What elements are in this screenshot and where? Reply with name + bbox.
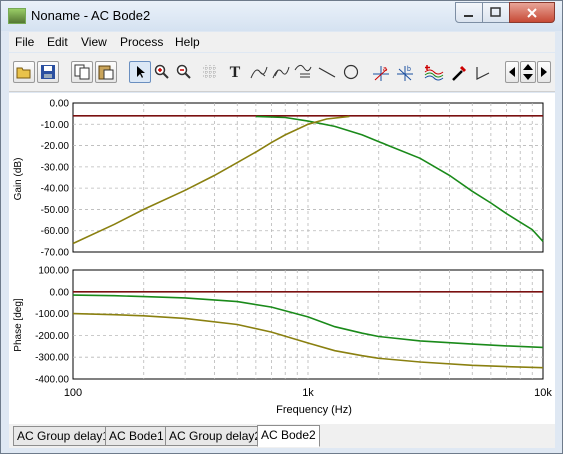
zoom-out-button[interactable] (173, 61, 195, 83)
marker-button[interactable] (247, 61, 269, 83)
tab-ac-bode1[interactable]: AC Bode1 (105, 426, 168, 446)
app-icon (8, 8, 26, 24)
paste-icon (98, 65, 114, 80)
cursor-b-button[interactable]: b (393, 61, 415, 83)
menu-edit[interactable]: Edit (47, 35, 68, 49)
svg-text:a: a (383, 66, 387, 73)
step-button[interactable] (471, 61, 493, 83)
grid-icon (203, 65, 217, 79)
line-button[interactable] (315, 61, 337, 83)
bode-plot-canvas[interactable]: Gain (dB) Phase [deg] Frequency (Hz) 0.0… (9, 93, 555, 424)
gain-y-tick-label: -70.00 (41, 248, 70, 259)
zoom-in-button[interactable] (151, 61, 173, 83)
marker-icon (250, 66, 268, 79)
cursor-a-icon: a (373, 66, 389, 81)
curves-button[interactable] (421, 61, 444, 83)
arrow-updown-icon (523, 64, 533, 80)
open-icon (16, 67, 31, 79)
close-button[interactable] (509, 2, 555, 23)
tab-ac-group-delay2[interactable]: AC Group delay2 (165, 426, 266, 446)
title-bar[interactable]: Noname - AC Bode2 (1, 1, 562, 31)
line-icon (318, 67, 336, 78)
gain-y-tick-label: -50.00 (41, 205, 70, 216)
menu-help[interactable]: Help (175, 35, 200, 49)
x-axis-label: Frequency (Hz) (276, 404, 352, 416)
curves-icon (424, 65, 444, 81)
phase-y-tick-label: 0.00 (50, 287, 70, 298)
maximize-icon (490, 7, 501, 17)
phase-y-tick-label: -100.00 (35, 309, 69, 320)
circle-icon (343, 64, 359, 80)
menu-view[interactable]: View (81, 35, 107, 49)
x-tick-label: 1k (302, 387, 314, 399)
main-window: Noname - AC Bode2 File Edit View Process… (0, 0, 563, 454)
scroll-updown-button[interactable] (520, 61, 536, 83)
scroll-right-button[interactable] (537, 61, 551, 83)
tab-ac-bode2[interactable]: AC Bode2 (257, 425, 320, 447)
grid-button[interactable] (199, 61, 221, 83)
marker2-button[interactable] (269, 61, 291, 83)
window-title: Noname - AC Bode2 (31, 8, 151, 23)
minimize-button[interactable] (455, 2, 483, 23)
phase-y-axis-label: Phase [deg] (13, 298, 24, 352)
minimize-icon (464, 15, 473, 17)
menu-process[interactable]: Process (120, 35, 163, 49)
gain-y-tick-label: -40.00 (41, 184, 70, 195)
tab-ac-group-delay1[interactable]: AC Group delay1 (13, 426, 114, 446)
phase-y-tick-label: -400.00 (35, 375, 69, 386)
cursor-a-button[interactable]: a (369, 61, 391, 83)
save-button[interactable] (37, 61, 59, 83)
step-icon (476, 67, 490, 80)
marker3-button[interactable] (291, 61, 313, 83)
text-tool-button[interactable]: T (224, 61, 246, 83)
gain-y-tick-label: 0.00 (50, 99, 70, 110)
close-icon (527, 8, 537, 18)
zoom-out-icon (176, 64, 191, 79)
x-tick-label: 100 (64, 387, 82, 399)
arrow-left-icon (509, 67, 515, 77)
phase-y-tick-label: 100.00 (38, 266, 69, 277)
x-tick-label: 10k (534, 387, 552, 399)
circle-button[interactable] (339, 61, 361, 83)
pointer-button[interactable] (129, 61, 151, 83)
scroll-left-button[interactable] (505, 61, 519, 83)
paste-button[interactable] (95, 61, 117, 83)
dropper-icon (452, 65, 467, 81)
arrow-right-icon (541, 67, 547, 77)
save-icon (41, 65, 55, 79)
svg-text:b: b (407, 66, 411, 73)
gain-y-tick-label: -20.00 (41, 141, 70, 152)
menu-bar: File Edit View Process Help (9, 32, 555, 52)
copy-icon (74, 64, 90, 80)
marker2-icon (272, 66, 290, 79)
gain-y-axis-label: Gain (dB) (13, 158, 24, 201)
copy-button[interactable] (71, 61, 93, 83)
gain-y-tick-label: -60.00 (41, 226, 70, 237)
open-button[interactable] (13, 61, 35, 83)
pointer-icon (137, 66, 145, 78)
menu-file[interactable]: File (15, 35, 34, 49)
gain-y-tick-label: -30.00 (41, 162, 70, 173)
maximize-button[interactable] (482, 2, 510, 23)
dropper-button[interactable] (447, 61, 469, 83)
tab-bar: AC Group delay1 AC Bode1 AC Group delay2… (9, 424, 555, 448)
gain-y-tick-label: -10.00 (41, 120, 70, 131)
cursor-b-icon: b (397, 66, 413, 81)
zoom-in-icon (154, 64, 169, 79)
toolbar: T a b (9, 53, 555, 92)
phase-y-tick-label: -300.00 (35, 353, 69, 364)
phase-y-tick-label: -200.00 (35, 331, 69, 342)
marker3-icon (294, 64, 312, 78)
plot-area[interactable]: Gain (dB) Phase [deg] Frequency (Hz) 0.0… (9, 93, 555, 424)
